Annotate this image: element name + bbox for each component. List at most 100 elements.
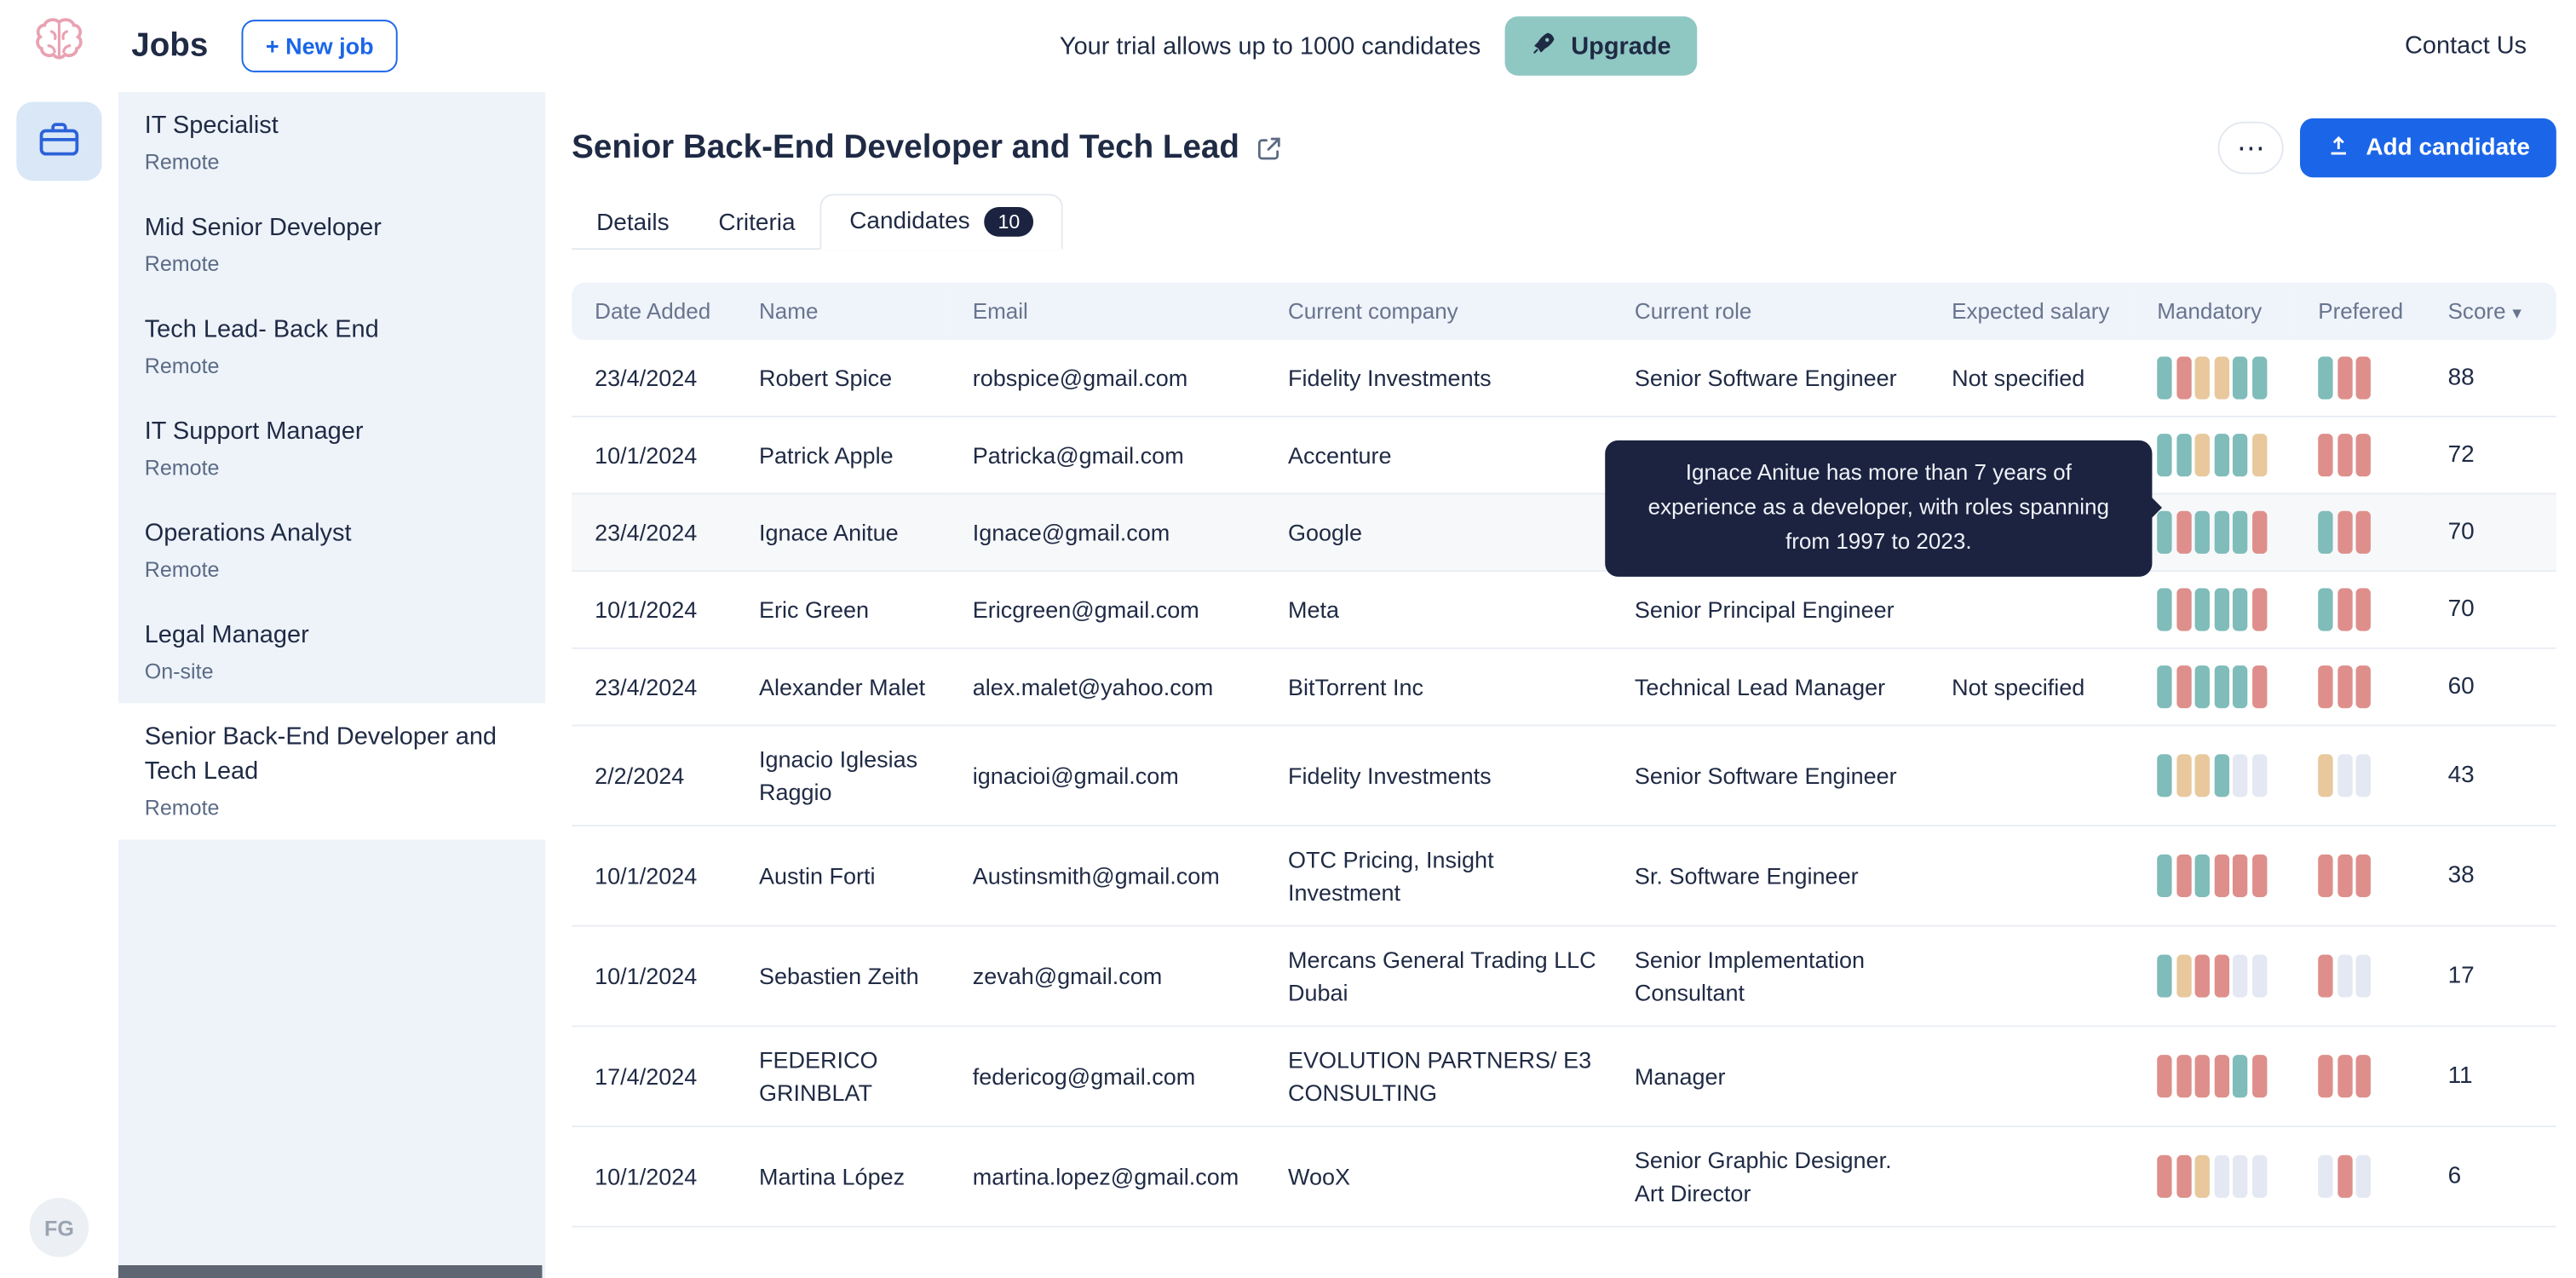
criteria-bar xyxy=(2355,1055,2371,1099)
prefered-bars[interactable] xyxy=(2318,511,2412,555)
criteria-bar xyxy=(2232,1155,2248,1199)
criteria-bar xyxy=(2355,754,2371,798)
criteria-bar xyxy=(2251,665,2267,709)
criteria-bar xyxy=(2337,665,2352,709)
add-candidate-label: Add candidate xyxy=(2366,135,2530,161)
contact-us-link[interactable]: Contact Us xyxy=(2405,32,2527,60)
external-link-icon[interactable] xyxy=(1256,134,1284,162)
tab-candidates[interactable]: Candidates 10 xyxy=(819,193,1063,250)
job-header: Senior Back-End Developer and Tech Lead … xyxy=(572,112,2556,184)
sidebar-item-mid-senior-developer[interactable]: Mid Senior Developer Remote xyxy=(118,194,545,296)
more-actions-button[interactable]: ⋯ xyxy=(2217,121,2284,175)
cell-date: 17/4/2024 xyxy=(572,1027,736,1128)
cell-mandatory xyxy=(2134,926,2296,1028)
sidebar-scrollbar[interactable] xyxy=(118,1264,543,1278)
cell-score: 88 xyxy=(2424,340,2556,418)
criteria-bar xyxy=(2176,1155,2191,1199)
user-avatar[interactable]: FG xyxy=(29,1197,89,1258)
mandatory-bars[interactable] xyxy=(2157,1055,2282,1099)
cell-name: Martina López xyxy=(735,1126,950,1229)
criteria-bar xyxy=(2194,855,2210,898)
add-candidate-button[interactable]: Add candidate xyxy=(2300,118,2556,178)
mandatory-bars[interactable] xyxy=(2157,589,2282,632)
cell-name: Patrick Apple xyxy=(735,417,950,496)
criteria-bar xyxy=(2194,665,2210,709)
mandatory-bars[interactable] xyxy=(2157,754,2282,798)
table-row[interactable]: 10/1/2024 Eric Green Ericgreen@gmail.com… xyxy=(572,571,2556,650)
mandatory-bars[interactable] xyxy=(2157,855,2282,898)
upgrade-button[interactable]: Upgrade xyxy=(1505,16,1698,76)
table-row[interactable]: 23/4/2024 Ignace Anitue Ignace@gmail.com… xyxy=(572,494,2556,573)
cell-name: Robert Spice xyxy=(735,340,950,418)
cell-prefered xyxy=(2295,494,2425,573)
mandatory-bars[interactable] xyxy=(2157,357,2282,400)
criteria-bar xyxy=(2232,955,2248,999)
cell-date: 23/4/2024 xyxy=(572,494,736,573)
cell-role: Senior Implementation Consultant xyxy=(1611,926,1929,1028)
prefered-bars[interactable] xyxy=(2318,1055,2412,1099)
table-row[interactable]: 10/1/2024 Patrick Apple Patricka@gmail.c… xyxy=(572,417,2556,496)
prefered-bars[interactable] xyxy=(2318,754,2412,798)
job-page-title: Senior Back-End Developer and Tech Lead xyxy=(572,129,1239,165)
criteria-bar xyxy=(2318,855,2333,898)
cell-mandatory xyxy=(2134,571,2296,650)
criteria-bar xyxy=(2213,855,2229,898)
criteria-bar xyxy=(2232,665,2248,709)
prefered-bars[interactable] xyxy=(2318,955,2412,999)
cell-mandatory xyxy=(2134,726,2296,827)
col-name: Name xyxy=(735,283,950,341)
criteria-bar xyxy=(2337,1155,2352,1199)
cell-prefered xyxy=(2295,340,2425,418)
cell-prefered xyxy=(2295,648,2425,728)
tab-details[interactable]: Details xyxy=(572,199,693,249)
cell-role: Senior Software Engineer xyxy=(1611,340,1929,418)
criteria-bar xyxy=(2318,511,2333,555)
prefered-bars[interactable] xyxy=(2318,589,2412,632)
criteria-bar xyxy=(2176,855,2191,898)
table-row[interactable]: 2/2/2024 Ignacio Iglesias Raggio ignacio… xyxy=(572,726,2556,827)
criteria-bar xyxy=(2157,855,2172,898)
criteria-bar xyxy=(2232,357,2248,400)
table-row[interactable]: 23/4/2024 Alexander Malet alex.malet@yah… xyxy=(572,648,2556,728)
table-row[interactable]: 17/4/2024 FEDERICO GRINBLAT federicog@gm… xyxy=(572,1027,2556,1128)
criteria-bar xyxy=(2213,1155,2229,1199)
sidebar-item-senior-back-end-developer[interactable]: Senior Back-End Developer and Tech Lead … xyxy=(118,703,546,840)
brand-logo[interactable] xyxy=(0,15,118,76)
prefered-bars[interactable] xyxy=(2318,434,2412,478)
cell-email: martina.lopez@gmail.com xyxy=(949,1126,1265,1229)
sidebar-item-it-specialist[interactable]: IT Specialist Remote xyxy=(118,92,545,194)
criteria-bar xyxy=(2251,1055,2267,1099)
sidebar-item-it-support-manager[interactable]: IT Support Manager Remote xyxy=(118,398,545,500)
prefered-bars[interactable] xyxy=(2318,855,2412,898)
table-row[interactable]: 10/1/2024 Sebastien Zeith zevah@gmail.co… xyxy=(572,926,2556,1028)
table-row[interactable]: 10/1/2024 Austin Forti Austinsmith@gmail… xyxy=(572,826,2556,928)
table-row[interactable]: 10/1/2024 Martina López martina.lopez@gm… xyxy=(572,1126,2556,1229)
tab-criteria[interactable]: Criteria xyxy=(693,199,819,249)
prefered-bars[interactable] xyxy=(2318,665,2412,709)
new-job-button[interactable]: + New job xyxy=(240,20,399,72)
cell-mandatory xyxy=(2134,826,2296,928)
mandatory-bars[interactable] xyxy=(2157,434,2282,478)
criteria-bar xyxy=(2251,589,2267,632)
cell-prefered xyxy=(2295,417,2425,496)
mandatory-bars[interactable] xyxy=(2157,1155,2282,1199)
col-score-sortable[interactable]: Score ▾ xyxy=(2424,283,2556,341)
cell-company: BitTorrent Inc xyxy=(1264,648,1612,728)
jobs-nav-button[interactable] xyxy=(16,101,102,181)
icon-rail: FG xyxy=(0,91,118,1278)
criteria-bar xyxy=(2157,665,2172,709)
mandatory-bars[interactable] xyxy=(2157,665,2282,709)
sidebar-item-operations-analyst[interactable]: Operations Analyst Remote xyxy=(118,499,545,602)
sidebar-item-tech-lead-back-end[interactable]: Tech Lead- Back End Remote xyxy=(118,296,545,398)
cell-mandatory xyxy=(2134,340,2296,418)
cell-prefered xyxy=(2295,571,2425,650)
cell-date: 10/1/2024 xyxy=(572,926,736,1028)
prefered-bars[interactable] xyxy=(2318,357,2412,400)
sidebar-item-legal-manager[interactable]: Legal Manager On-site xyxy=(118,602,545,704)
table-row[interactable]: 23/4/2024 Robert Spice robspice@gmail.co… xyxy=(572,340,2556,418)
mandatory-bars[interactable] xyxy=(2157,955,2282,999)
page-title: Jobs xyxy=(131,26,209,64)
mandatory-bars[interactable] xyxy=(2157,511,2282,555)
prefered-bars[interactable] xyxy=(2318,1155,2412,1199)
cell-email: alex.malet@yahoo.com xyxy=(949,648,1265,728)
